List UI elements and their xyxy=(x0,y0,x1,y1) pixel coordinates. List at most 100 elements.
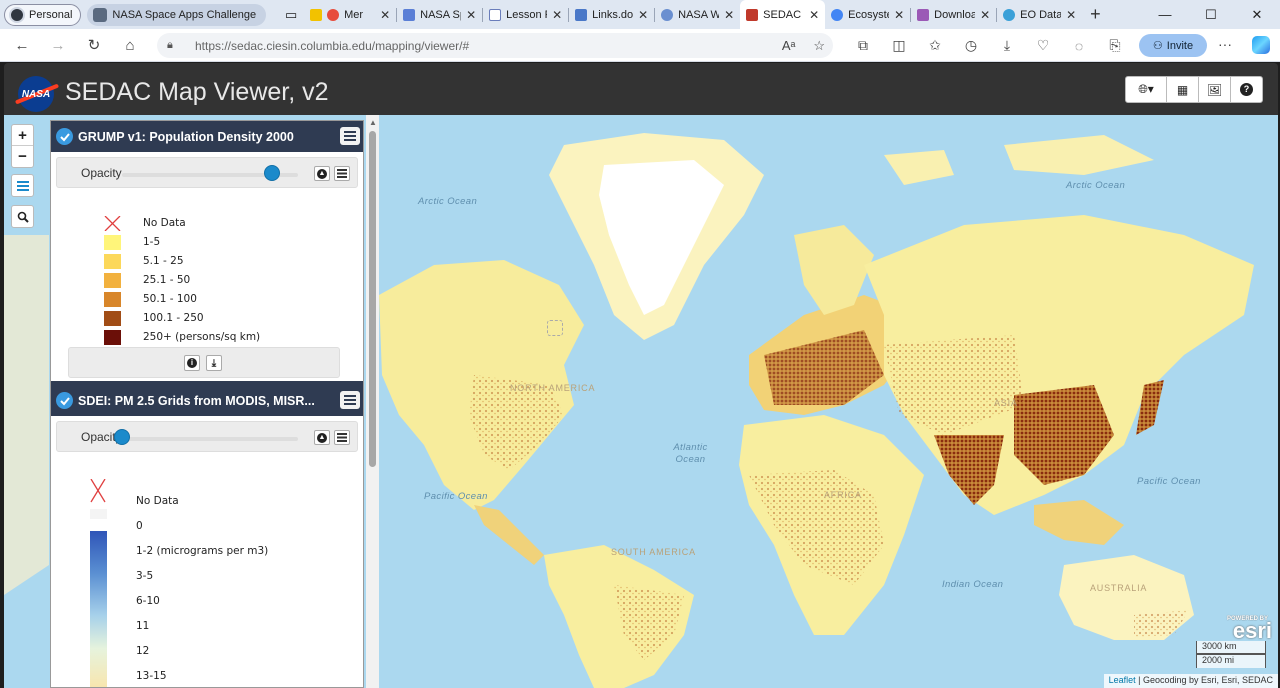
close-tab-icon[interactable]: ✕ xyxy=(638,8,648,22)
minimize-icon[interactable]: — xyxy=(1142,0,1188,29)
browser-tab-strip: Personal NASA Space Apps Challenge ▭ Mer… xyxy=(0,0,1280,29)
favorite-star-icon[interactable]: ☆ xyxy=(813,38,825,54)
attribution-text: | Geocoding by Esri, Esri, SEDAC xyxy=(1135,675,1273,685)
legend-label: 5.1 - 25 xyxy=(143,255,184,267)
checkmark-icon[interactable] xyxy=(56,128,73,145)
window-controls: — ☐ ✕ xyxy=(1142,0,1280,29)
scroll-up-icon[interactable]: ▲ xyxy=(369,118,377,127)
ocean-label: Atlantic Ocean xyxy=(673,442,708,465)
downloads-icon[interactable]: ⤓ xyxy=(989,37,1025,54)
opacity-slider-handle[interactable] xyxy=(263,165,280,181)
locate-target-icon[interactable] xyxy=(547,320,563,336)
read-aloud-icon[interactable]: Aᵃ xyxy=(782,38,796,54)
layer-header-sdei[interactable]: SDEI: PM 2.5 Grids from MODIS, MISR... xyxy=(51,385,363,416)
tab-links[interactable]: Links.do ✕ xyxy=(569,0,654,29)
split-screen-icon[interactable]: ◫ xyxy=(881,37,917,54)
scrollbar-thumb[interactable] xyxy=(369,131,376,467)
new-tab-icon[interactable]: + xyxy=(1090,4,1101,25)
layer-menu-button[interactable] xyxy=(334,166,350,181)
close-tab-icon[interactable]: ✕ xyxy=(809,8,819,22)
basemap-button[interactable]: 🌐︎▾ xyxy=(1125,76,1167,103)
layer-header-grump[interactable]: GRUMP v1: Population Density 2000 xyxy=(51,121,363,152)
tab-eo-data[interactable]: EO Data ✕ xyxy=(997,0,1082,29)
close-tab-icon[interactable]: ✕ xyxy=(552,8,562,22)
legend-swatch xyxy=(104,291,121,307)
home-icon[interactable]: ⌂ xyxy=(112,37,148,54)
profile-label: Personal xyxy=(29,8,73,21)
history-icon[interactable]: ◷ xyxy=(953,37,989,54)
layer-menu-button[interactable] xyxy=(334,430,350,445)
tab-lesson[interactable]: Lesson P ✕ xyxy=(483,0,568,29)
address-bar[interactable]: 🔒︎ https://sedac.ciesin.columbia.edu/map… xyxy=(157,33,833,58)
close-tab-icon[interactable]: ✕ xyxy=(466,8,476,22)
screenshot-icon[interactable]: ⎘ xyxy=(1097,37,1133,54)
legend-item: 0 xyxy=(136,518,143,534)
close-tab-icon[interactable]: ✕ xyxy=(724,8,734,22)
close-tab-icon[interactable]: ✕ xyxy=(980,8,990,22)
panel-scrollbar[interactable]: ▲ xyxy=(366,115,379,688)
help-button[interactable]: ? xyxy=(1230,76,1263,103)
forward-icon[interactable]: → xyxy=(40,37,76,54)
checkmark-icon[interactable] xyxy=(56,392,73,409)
copilot-icon[interactable] xyxy=(1252,36,1270,54)
move-layer-up-button[interactable]: ▲ xyxy=(314,166,330,181)
pm25-legend-ramp xyxy=(90,479,107,687)
copilot-chat-icon[interactable]: ◌ xyxy=(1061,38,1097,54)
vertical-tabs-icon[interactable]: ▭ xyxy=(278,7,304,23)
layer-info-button[interactable]: i xyxy=(184,355,200,371)
legend-swatch xyxy=(104,234,121,250)
leaflet-link[interactable]: Leaflet xyxy=(1109,675,1136,685)
legend-toggle-button[interactable] xyxy=(340,391,360,409)
invite-button[interactable]: ⚇ Invite xyxy=(1139,34,1207,57)
lock-icon[interactable]: 🔒︎ xyxy=(167,39,185,52)
move-layer-up-button[interactable]: ▲ xyxy=(314,430,330,445)
continent-label: AFRICA xyxy=(824,490,862,500)
legend-item: 6-10 xyxy=(136,593,160,609)
maximize-icon[interactable]: ☐ xyxy=(1188,0,1234,29)
close-tab-icon[interactable]: ✕ xyxy=(894,8,904,22)
zoom-in-button[interactable]: + xyxy=(12,125,33,146)
tab-group-chip[interactable]: NASA Space Apps Challenge xyxy=(87,3,267,26)
nasa-logo: NASA xyxy=(18,76,54,112)
opacity-control: Opacity ▲ xyxy=(56,421,358,452)
tab-title: Downloa xyxy=(934,8,976,21)
tab-ecosystem[interactable]: Ecosyste ✕ xyxy=(825,0,910,29)
extensions-icon[interactable]: ⧉ xyxy=(845,37,881,54)
profile-button[interactable]: Personal xyxy=(4,3,82,26)
no-data-x-icon xyxy=(104,215,121,231)
image-export-button[interactable]: 🖼︎ xyxy=(1198,76,1231,103)
favorites-icon[interactable]: ✩ xyxy=(917,37,953,54)
tab-nasa-w[interactable]: NASA W ✕ xyxy=(655,0,740,29)
legend-label: 25.1 - 50 xyxy=(143,274,191,286)
legend-item: 250+ (persons/sq km) xyxy=(104,329,260,345)
search-button[interactable] xyxy=(11,205,34,228)
legend-item: 1-2 (micrograms per m3) xyxy=(136,543,268,559)
map-canvas[interactable]: Arctic Ocean Arctic Ocean Atlantic Ocean… xyxy=(4,115,1278,688)
zoom-out-button[interactable]: − xyxy=(12,146,33,167)
google-icon xyxy=(831,8,844,21)
back-icon[interactable]: ← xyxy=(4,37,40,54)
tab-favicon-icon xyxy=(661,8,674,21)
scale-bar-km: 3000 km xyxy=(1196,641,1266,654)
layer-download-button[interactable]: ⤓ xyxy=(206,355,222,371)
close-window-icon[interactable]: ✕ xyxy=(1234,0,1280,29)
close-tab-icon[interactable]: ✕ xyxy=(380,8,390,22)
opacity-slider-track[interactable] xyxy=(122,437,298,441)
performance-icon[interactable]: ♡ xyxy=(1025,37,1061,54)
legend-label: 11 xyxy=(136,620,150,632)
tab-download[interactable]: Downloa ✕ xyxy=(911,0,996,29)
tab-nasa-sp[interactable]: NASA Sp ✕ xyxy=(397,0,482,29)
legend-swatch xyxy=(104,329,121,345)
layers-grid-button[interactable]: ▦ xyxy=(1166,76,1199,103)
tab-mer[interactable]: Mer ✕ xyxy=(304,0,396,29)
tab-favicon-icon xyxy=(575,8,588,21)
layer-list-toggle-button[interactable] xyxy=(11,174,34,197)
legend-toggle-button[interactable] xyxy=(340,127,360,145)
refresh-icon[interactable]: ↻ xyxy=(76,36,112,54)
tab-group-label: NASA Space Apps Challenge xyxy=(112,8,257,21)
legend-item: 25.1 - 50 xyxy=(104,272,190,288)
close-tab-icon[interactable]: ✕ xyxy=(1066,8,1076,22)
opacity-slider-handle[interactable] xyxy=(114,429,130,445)
more-menu-icon[interactable]: ··· xyxy=(1218,36,1232,52)
tab-sedac-active[interactable]: SEDAC M ✕ xyxy=(740,0,826,29)
